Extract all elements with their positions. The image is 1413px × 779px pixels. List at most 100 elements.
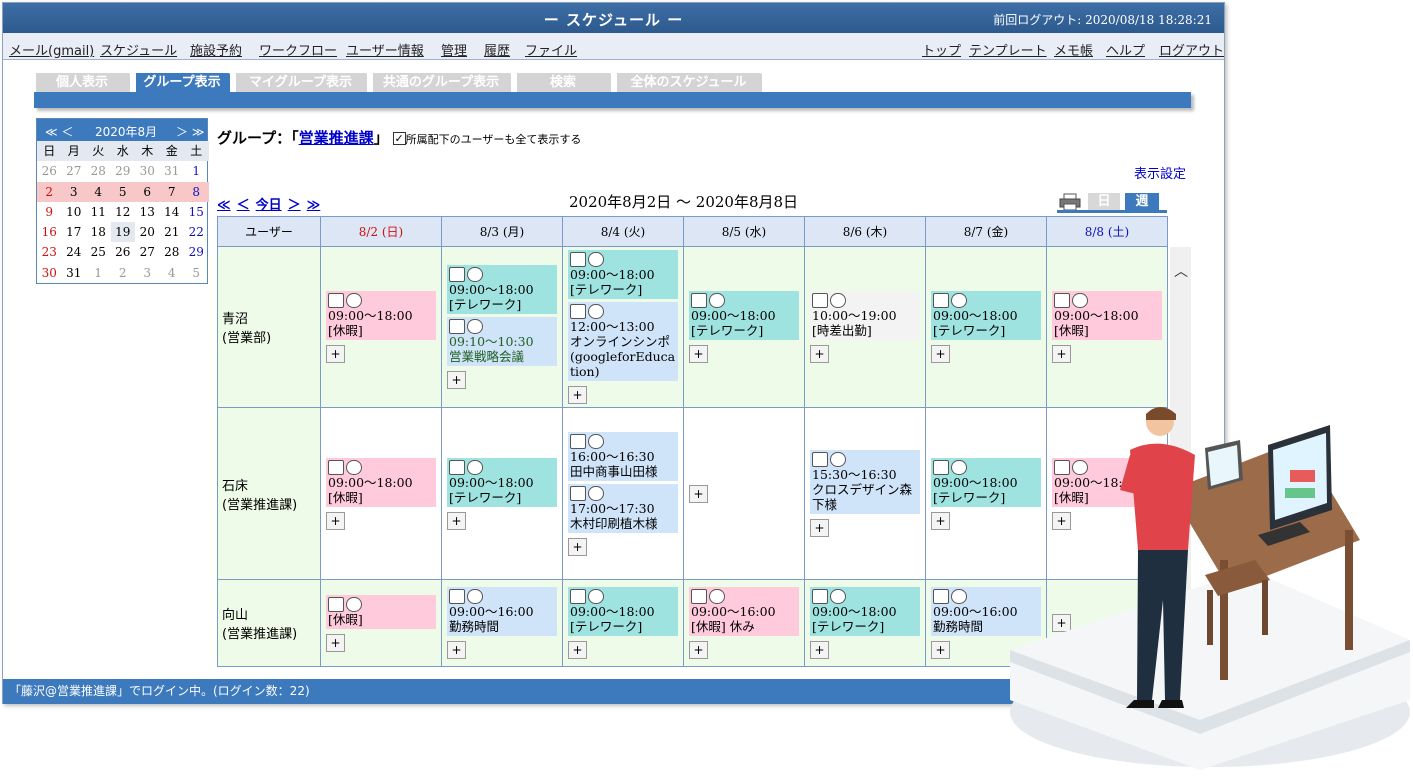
- add-event-button[interactable]: +: [447, 371, 466, 389]
- calendar-day[interactable]: 5: [110, 181, 135, 202]
- add-event-button[interactable]: +: [931, 511, 950, 530]
- calendar-day[interactable]: 27: [135, 242, 160, 262]
- user-name[interactable]: 向山: [222, 604, 317, 623]
- add-event-button[interactable]: +: [326, 633, 345, 652]
- calendar-day[interactable]: 9: [37, 202, 62, 222]
- calendar-day[interactable]: 30: [37, 263, 62, 283]
- calendar-day[interactable]: 29: [111, 161, 136, 181]
- memo-icon[interactable]: [328, 293, 344, 308]
- event-item[interactable]: 09:00〜16:00 [休暇] 休み: [689, 587, 799, 636]
- menu-item[interactable]: 履歴: [484, 40, 510, 59]
- display-settings-link[interactable]: 表示設定: [1134, 163, 1186, 182]
- calendar-day[interactable]: 16: [37, 222, 62, 242]
- clock-icon[interactable]: [951, 459, 967, 475]
- add-event-button[interactable]: +: [810, 519, 829, 537]
- memo-icon[interactable]: [328, 596, 344, 612]
- schedule-cell[interactable]: 09:00〜18:00 [テレワーク] 12:00〜13:00 オンラインシンポ(go…: [562, 246, 684, 408]
- event-item[interactable]: 09:10〜10:30 営業戦略会議: [447, 317, 557, 366]
- memo-icon[interactable]: [812, 589, 828, 604]
- calendar-day[interactable]: 2: [37, 181, 62, 202]
- calendar-day[interactable]: 7: [159, 181, 184, 202]
- schedule-cell[interactable]: 09:00〜18:00 [テレワーク] +: [562, 579, 684, 667]
- day-column-header[interactable]: 8/8 (土): [1046, 216, 1168, 247]
- tab-2[interactable]: マイグループ表示: [234, 73, 367, 93]
- event-item[interactable]: 09:00〜16:00 勤務時間: [447, 587, 557, 636]
- clock-icon[interactable]: [467, 589, 483, 604]
- calendar-day[interactable]: 12: [111, 202, 136, 222]
- clock-icon[interactable]: [346, 459, 362, 475]
- calendar-day[interactable]: 30: [135, 161, 160, 181]
- user-name[interactable]: 青沼: [222, 308, 317, 327]
- day-view-button[interactable]: 日: [1088, 193, 1120, 211]
- event-item[interactable]: 09:00〜18:00 [テレワーク]: [931, 291, 1041, 340]
- schedule-cell[interactable]: 09:00〜18:00 [休暇] +: [320, 407, 442, 580]
- calendar-day[interactable]: 3: [135, 263, 160, 283]
- calendar-day[interactable]: 1: [184, 161, 209, 181]
- calendar-day[interactable]: 26: [37, 161, 62, 181]
- clock-icon[interactable]: [467, 267, 483, 282]
- memo-icon[interactable]: [449, 589, 465, 604]
- calendar-day[interactable]: 26: [111, 242, 136, 262]
- prev-week-link[interactable]: ≪: [217, 198, 231, 213]
- event-item[interactable]: 09:00〜18:00 [テレワーク]: [447, 265, 557, 314]
- schedule-cell[interactable]: 09:00〜18:00 [テレワーク] 09:10〜10:30 営業戦略会議 +: [441, 246, 563, 408]
- clock-icon[interactable]: [830, 452, 846, 467]
- tab-1[interactable]: グループ表示: [134, 73, 230, 93]
- event-item[interactable]: 09:00〜18:00 [テレワーク]: [689, 291, 799, 340]
- scroll-up-icon[interactable]: ︿: [1174, 261, 1188, 281]
- clock-icon[interactable]: [588, 433, 604, 449]
- add-event-button[interactable]: +: [689, 641, 708, 659]
- calendar-day[interactable]: 15: [184, 202, 209, 222]
- clock-icon[interactable]: [709, 589, 725, 604]
- memo-icon[interactable]: [570, 589, 586, 604]
- add-event-button[interactable]: +: [568, 537, 587, 556]
- add-event-button[interactable]: +: [447, 641, 466, 659]
- event-item[interactable]: 12:00〜13:00 オンラインシンポ(googleforEducation): [568, 302, 678, 381]
- day-column-header[interactable]: 8/5 (水): [683, 216, 805, 247]
- subordinate-checkbox[interactable]: ✓: [392, 132, 406, 145]
- event-item[interactable]: 09:00〜18:00 [休暇]: [326, 457, 436, 507]
- calendar-day[interactable]: 3: [61, 181, 86, 202]
- schedule-cell[interactable]: 16:00〜16:30 田中商事山田様 17:00〜17:30 木村印刷植木様 +: [562, 407, 684, 580]
- tab-4[interactable]: 検索: [515, 73, 611, 93]
- menu-item[interactable]: ユーザー情報: [346, 40, 424, 59]
- tab-3[interactable]: 共通のグループ表示: [371, 73, 511, 93]
- event-item[interactable]: [休暇]: [326, 594, 436, 629]
- clock-icon[interactable]: [588, 252, 604, 267]
- schedule-cell[interactable]: 09:00〜18:00 [休暇] +: [1046, 246, 1168, 408]
- memo-icon[interactable]: [933, 589, 949, 604]
- schedule-cell[interactable]: 15:30〜16:30 クロスデザイン森下様 +: [804, 407, 926, 580]
- menu-item-right[interactable]: トップ: [922, 40, 961, 59]
- clock-icon[interactable]: [467, 319, 483, 334]
- calendar-day[interactable]: 27: [62, 161, 87, 181]
- memo-icon[interactable]: [812, 293, 828, 308]
- event-item[interactable]: 09:00〜18:00 [休暇]: [1052, 291, 1162, 340]
- add-event-button[interactable]: +: [810, 345, 829, 363]
- schedule-cell[interactable]: 09:00〜18:00 [休暇] +: [320, 246, 442, 408]
- menu-item[interactable]: スケジュール: [100, 40, 177, 59]
- calendar-day[interactable]: 25: [86, 242, 111, 262]
- add-event-button[interactable]: +: [326, 345, 345, 363]
- schedule-cell[interactable]: 09:00〜16:00 [休暇] 休み +: [683, 579, 805, 667]
- clock-icon[interactable]: [951, 293, 967, 308]
- schedule-cell[interactable]: 09:00〜18:00 [テレワーク] +: [441, 407, 563, 580]
- memo-icon[interactable]: [449, 267, 465, 282]
- calendar-day[interactable]: 8: [184, 181, 209, 202]
- menu-item-right[interactable]: テンプレート: [969, 40, 1047, 59]
- add-event-button[interactable]: +: [931, 641, 950, 659]
- menu-item[interactable]: 管理: [441, 40, 467, 59]
- memo-icon[interactable]: [1054, 293, 1070, 308]
- calendar-day[interactable]: 22: [184, 222, 209, 242]
- menu-item[interactable]: 施設予約: [190, 40, 242, 59]
- clock-icon[interactable]: [346, 293, 362, 308]
- memo-icon[interactable]: [691, 589, 707, 604]
- add-event-button[interactable]: +: [931, 345, 950, 363]
- memo-icon[interactable]: [570, 485, 586, 501]
- schedule-cell[interactable]: [休暇] +: [320, 579, 442, 667]
- event-item[interactable]: 09:00〜18:00 [テレワーク]: [810, 587, 920, 636]
- clock-icon[interactable]: [1072, 293, 1088, 308]
- memo-icon[interactable]: [570, 433, 586, 449]
- calendar-day[interactable]: 20: [135, 222, 160, 242]
- calendar-day[interactable]: 4: [86, 181, 111, 202]
- calendar-day[interactable]: 18: [86, 222, 111, 242]
